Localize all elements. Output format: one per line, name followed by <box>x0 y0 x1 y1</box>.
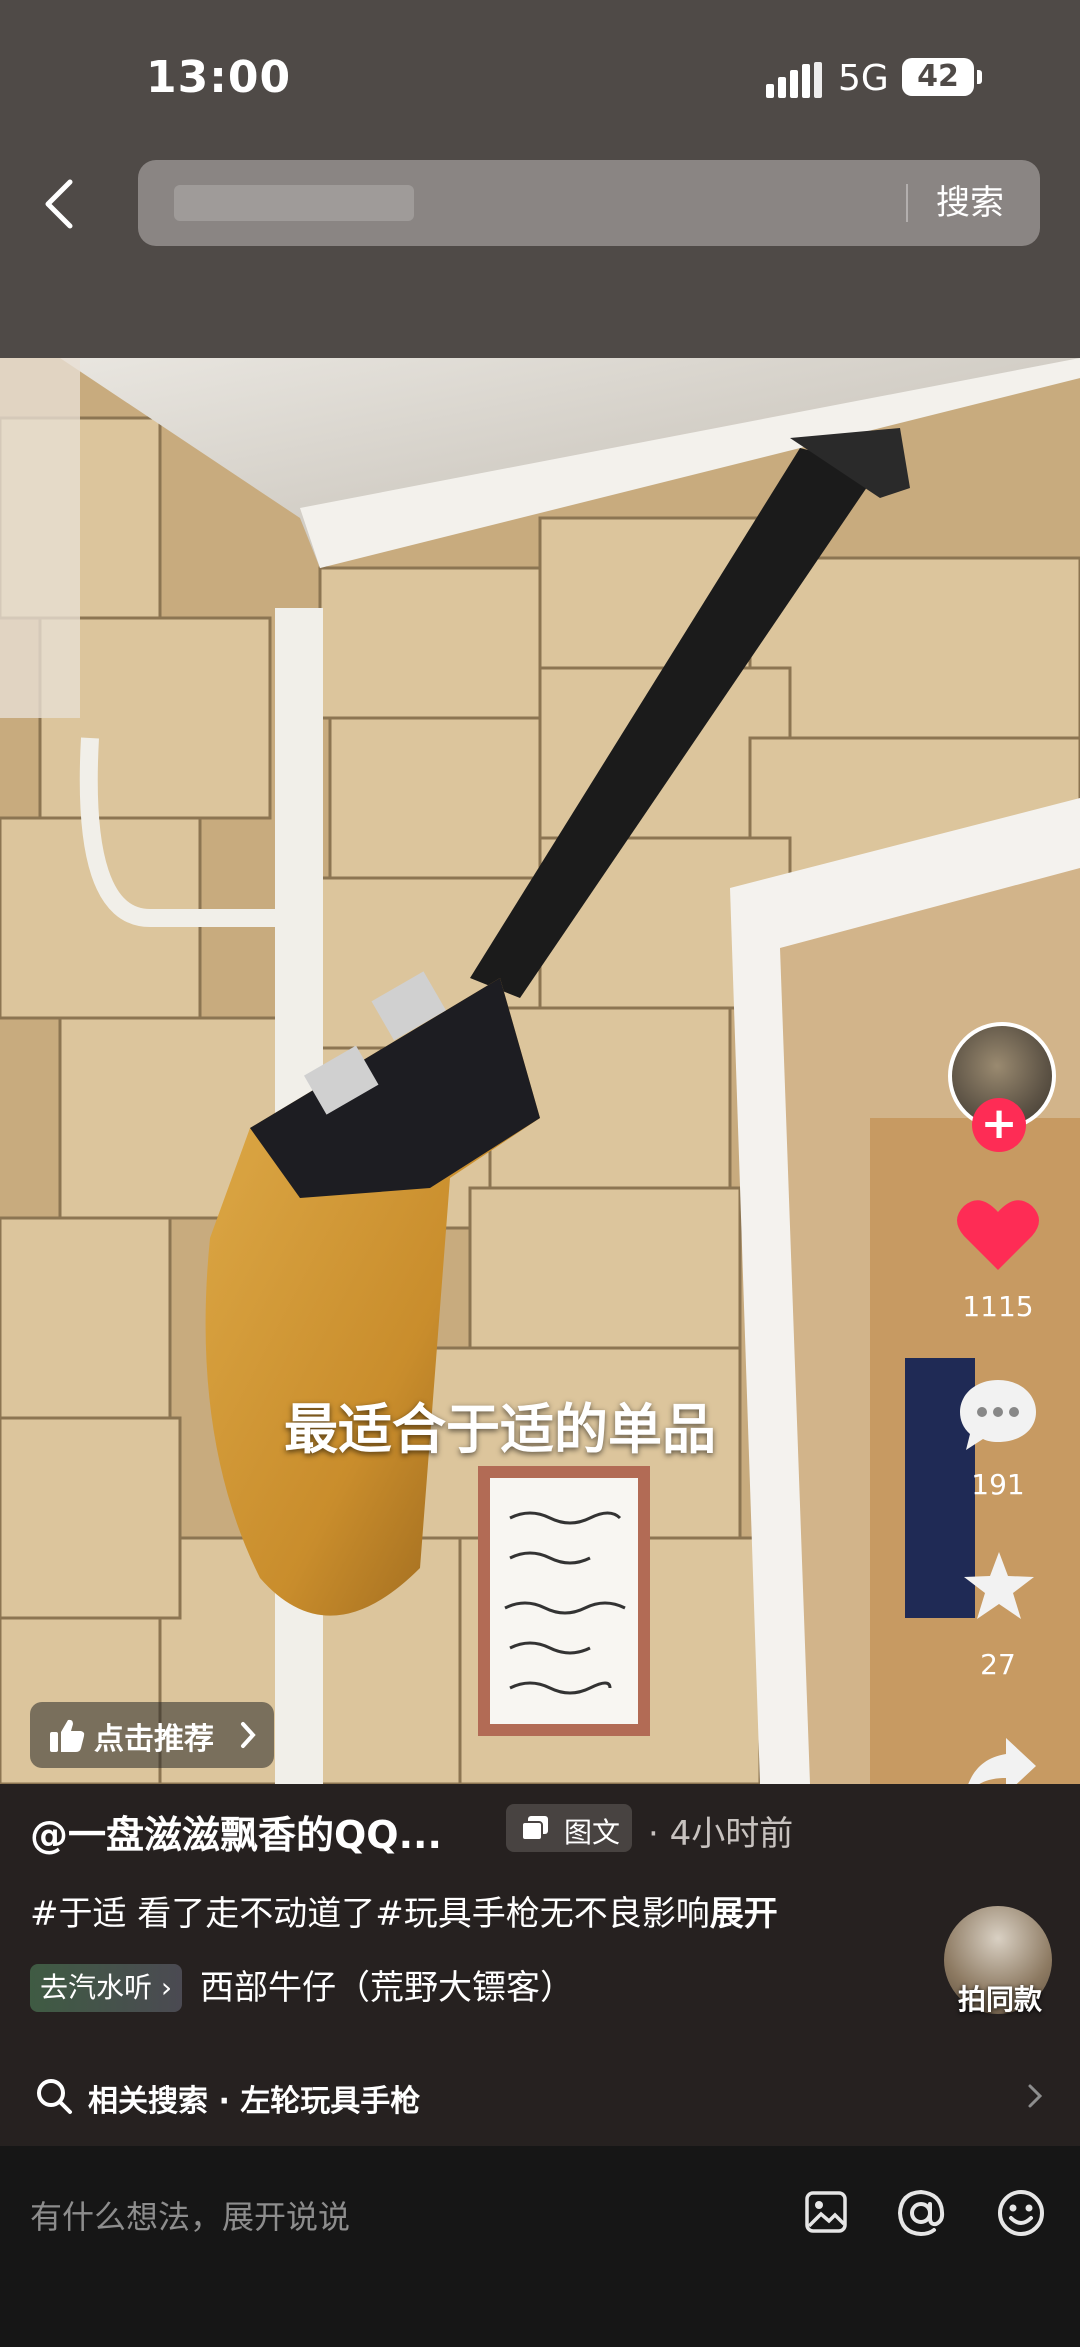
music-tag-label: 去汽水听 <box>40 1971 153 2004</box>
search-input[interactable]: 搜索 <box>138 160 1040 246</box>
post-photo[interactable] <box>0 358 1080 1784</box>
expand-link[interactable]: 展开 <box>710 1894 778 1934</box>
music-title[interactable]: 西部牛仔（荒野大镖客） <box>200 1960 574 2009</box>
comment-icon[interactable] <box>956 1376 1040 1454</box>
emoji-icon[interactable] <box>996 2188 1046 2238</box>
signal-icon <box>766 62 822 98</box>
chevron-right-icon <box>1028 2084 1043 2108</box>
follow-button[interactable]: + <box>972 1098 1026 1152</box>
posted-time: 4小时前 <box>669 1814 794 1854</box>
search-icon <box>37 2079 72 2114</box>
time-separator: · <box>648 1814 659 1854</box>
post-info-panel: @一盘滋滋飘香的QQ... 图文 · 4小时前 #于适 看了走不动道了#玩具手枪… <box>0 1784 1080 2146</box>
back-arrow-icon[interactable] <box>40 176 80 232</box>
battery-tip <box>977 70 982 84</box>
mention-icon[interactable] <box>896 2188 946 2238</box>
thumbs-up-icon <box>50 1719 85 1752</box>
search-divider <box>906 184 908 222</box>
chevron-right-icon <box>241 1722 256 1748</box>
status-time: 13:00 <box>146 52 292 103</box>
comment-count: 191 <box>971 1468 1025 1501</box>
favorite-count: 27 <box>980 1648 1016 1681</box>
heart-icon[interactable] <box>956 1196 1040 1272</box>
star-icon[interactable] <box>962 1550 1036 1622</box>
author-name[interactable]: @一盘滋滋飘香的QQ... <box>30 1804 442 1859</box>
related-prefix: 相关搜索 <box>88 2084 208 2119</box>
related-query: 左轮玩具手枪 <box>240 2084 421 2119</box>
post-type-badge: 图文 <box>506 1804 632 1852</box>
search-button[interactable]: 搜索 <box>936 178 1004 228</box>
recommend-button[interactable]: 点击推荐 <box>30 1702 274 1768</box>
wall-photo-illustration <box>0 358 1080 1784</box>
recommend-label: 点击推荐 <box>94 1722 214 1757</box>
music-app-button[interactable]: 去汽水听 › <box>30 1964 183 2012</box>
comment-bar: 有什么想法，展开说说 <box>0 2146 1080 2347</box>
post-type-label: 图文 <box>564 1816 621 1849</box>
post-description[interactable]: #于适 看了走不动道了#玩具手枪无不良影响展开 <box>30 1886 778 1935</box>
network-label: 5G <box>838 58 889 99</box>
chevron-right-icon: › <box>152 1971 173 2004</box>
related-search-label: 相关搜索 · 左轮玩具手枪 <box>88 2076 420 2120</box>
photo-caption: 最适合于适的单品 <box>284 1398 716 1461</box>
description-text: #于适 看了走不动道了#玩具手枪无不良影响 <box>30 1894 710 1934</box>
comment-input[interactable]: 有什么想法，展开说说 <box>30 2192 350 2238</box>
image-text-icon <box>521 1816 548 1841</box>
post-time: · 4小时前 <box>648 1806 793 1855</box>
related-search-row[interactable]: 相关搜索 · 左轮玩具手枪 <box>0 2048 1080 2146</box>
search-hint-placeholder <box>174 185 414 221</box>
battery-icon: 42 <box>902 58 974 96</box>
remix-button-label[interactable]: 拍同款 <box>930 1978 1070 2018</box>
related-separator: · <box>218 2084 230 2119</box>
like-count: 1115 <box>962 1290 1034 1323</box>
image-icon[interactable] <box>804 2190 848 2234</box>
